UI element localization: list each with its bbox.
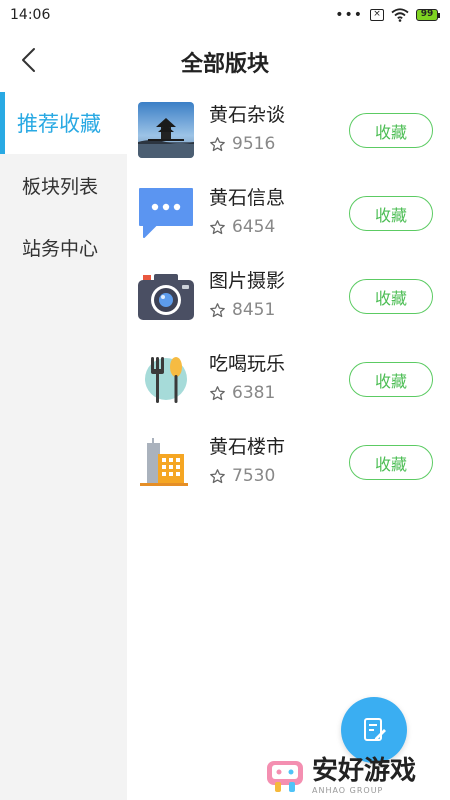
fork-spoon-icon (138, 351, 194, 407)
board-name: 图片摄影 (209, 270, 286, 292)
board-stats: 6454 (209, 217, 275, 237)
watermark: 安好游戏 ANHAO GROUP (264, 752, 444, 798)
watermark-title: 安好游戏 (312, 755, 417, 786)
sidebar-item-recommended[interactable]: 推荐收藏 (0, 92, 127, 154)
status-bar: 14:06 ••• × 99 (0, 0, 450, 30)
pavilion-photo-icon (138, 102, 194, 158)
buildings-icon (138, 434, 194, 490)
wifi-icon (391, 8, 409, 22)
favorite-button[interactable]: 收藏 (349, 196, 433, 231)
battery-level: 99 (416, 9, 438, 21)
board-name: 黄石楼市 (209, 436, 286, 458)
list-item[interactable]: 黄石楼市 7530 收藏 (127, 424, 450, 506)
board-stats: 6381 (209, 383, 275, 403)
page-title: 全部版块 (180, 52, 269, 77)
board-count: 8451 (232, 300, 276, 320)
sidebar-item-site-center[interactable]: 站务中心 (0, 216, 127, 278)
board-stats: 8451 (209, 300, 275, 320)
board-count: 6454 (232, 217, 276, 237)
watermark-text: 安好游戏 ANHAO GROUP (312, 756, 416, 795)
star-icon (210, 468, 225, 483)
list-item[interactable]: 图片摄影 8451 收藏 (127, 258, 450, 340)
message-bubble-icon (138, 185, 194, 241)
list-item[interactable]: 吃喝玩乐 6381 收藏 (127, 341, 450, 423)
star-icon (210, 385, 225, 400)
edit-note-icon (364, 718, 386, 741)
star-icon (210, 302, 225, 317)
sidebar: 推荐收藏 板块列表 站务中心 (0, 92, 127, 800)
star-icon (210, 136, 225, 151)
status-time: 14:06 (10, 7, 51, 23)
battery-icon: 99 (416, 9, 440, 21)
board-name: 吃喝玩乐 (209, 353, 286, 375)
board-name: 黄石杂谈 (209, 104, 286, 126)
list-item[interactable]: 黄石杂谈 9516 收藏 (127, 92, 450, 174)
board-stats: 9516 (209, 134, 275, 154)
list-item[interactable]: 黄石信息 6454 收藏 (127, 175, 450, 257)
camera-icon (138, 268, 194, 324)
watermark-subtitle: ANHAO GROUP (312, 785, 384, 795)
status-icons: ••• × 99 (335, 7, 440, 23)
board-stats: 7530 (209, 466, 275, 486)
board-name: 黄石信息 (209, 187, 286, 209)
header: 全部版块 (0, 30, 450, 92)
board-count: 9516 (232, 134, 276, 154)
board-count: 6381 (232, 383, 276, 403)
favorite-button[interactable]: 收藏 (349, 113, 433, 148)
favorite-button[interactable]: 收藏 (349, 279, 433, 314)
sidebar-item-board-list[interactable]: 板块列表 (0, 154, 127, 216)
favorite-button[interactable]: 收藏 (349, 445, 433, 480)
star-icon (210, 219, 225, 234)
more-dots-icon: ••• (335, 7, 363, 23)
board-count: 7530 (232, 466, 276, 486)
no-sim-icon: × (370, 9, 384, 21)
game-controller-logo-icon (267, 761, 303, 792)
favorite-button[interactable]: 收藏 (349, 362, 433, 397)
